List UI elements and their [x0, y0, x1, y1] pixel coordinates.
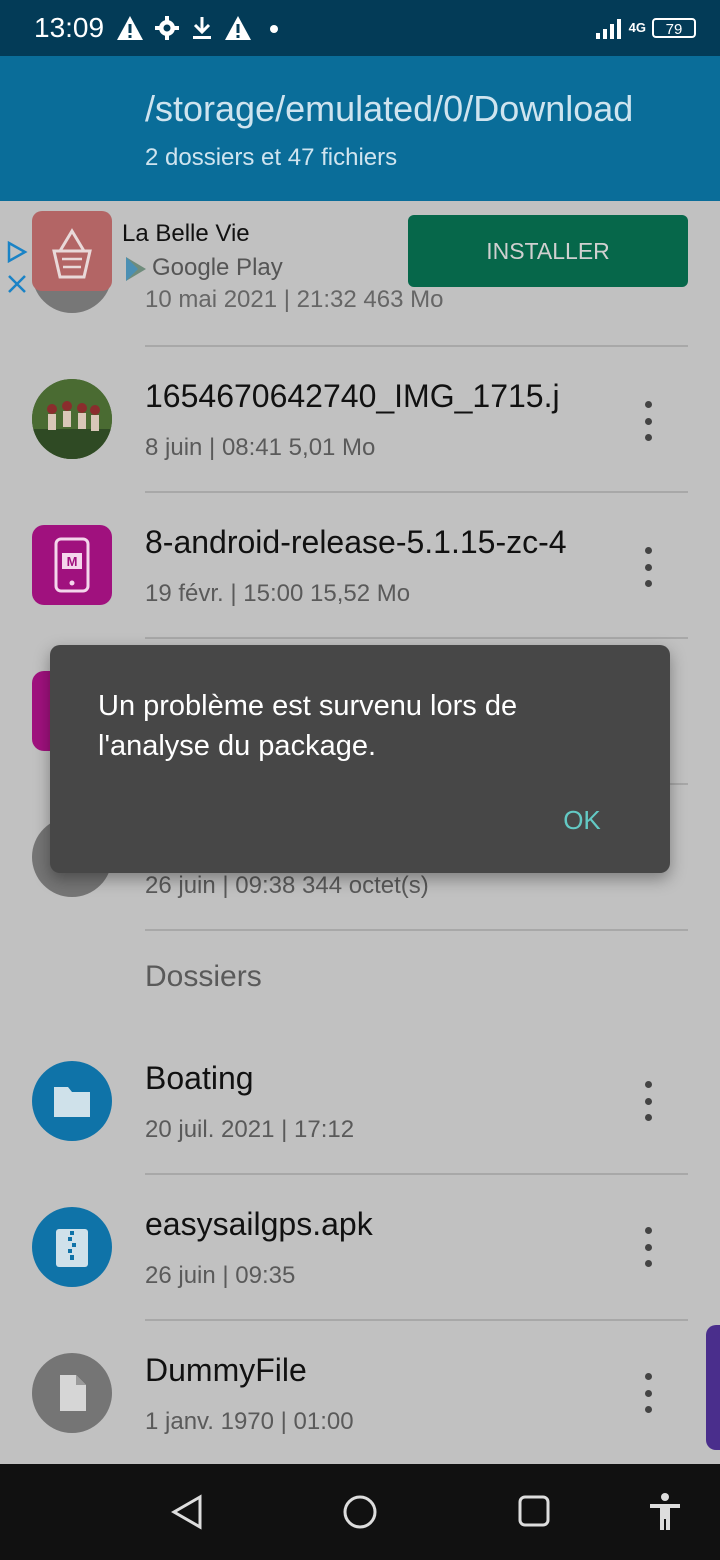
basket-icon — [52, 228, 92, 279]
more-options-icon[interactable] — [632, 1227, 664, 1267]
ad-store-name: Google Play — [152, 254, 283, 281]
edge-panel-handle[interactable] — [706, 1325, 720, 1450]
battery-icon: 79 — [652, 18, 696, 38]
ad-close-icon[interactable] — [6, 273, 28, 295]
folder-name: easysailgps.apk — [145, 1206, 373, 1242]
file-meta: 8 juin | 08:41 5,01 Mo — [145, 434, 376, 461]
folder-meta: 26 juin | 09:35 — [145, 1262, 296, 1289]
file-meta: 19 févr. | 15:00 15,52 Mo — [145, 580, 411, 607]
ok-button[interactable]: OK — [546, 800, 618, 840]
svg-text:M: M — [67, 554, 78, 569]
install-button[interactable]: INSTALLER — [408, 215, 688, 287]
section-header: Dossiers — [145, 960, 262, 993]
home-icon[interactable] — [342, 1494, 378, 1530]
file-name: 8-android-release-5.1.15-zc-4 — [145, 524, 567, 560]
accessibility-icon[interactable] — [648, 1492, 682, 1532]
status-time: 13:09 — [34, 12, 105, 43]
folder-name: DummyFile — [145, 1352, 307, 1388]
file-meta: 26 juin | 09:38 344 octet(s) — [145, 872, 429, 899]
ad-choices-icon[interactable] — [6, 241, 28, 263]
folder-summary: 2 dossiers et 47 fichiers — [145, 144, 398, 171]
ad-app-icon[interactable] — [32, 211, 112, 291]
status-system-icons: 4G 79 — [595, 14, 696, 42]
dot-icon — [270, 25, 278, 33]
more-options-icon[interactable] — [632, 401, 664, 441]
google-play-icon — [126, 257, 146, 281]
more-options-icon[interactable] — [632, 547, 664, 587]
network-type: 4G — [628, 20, 646, 35]
download-icon — [193, 17, 211, 39]
signal-icon — [595, 19, 621, 39]
warning-icon — [117, 16, 143, 40]
gear-icon — [155, 16, 179, 40]
status-notification-icons — [116, 14, 282, 42]
file-icon — [32, 1353, 112, 1433]
folder-name: Boating — [145, 1060, 254, 1096]
back-icon[interactable] — [170, 1494, 204, 1530]
dialog-message: Un problème est survenu lors de l'analys… — [98, 690, 518, 762]
divider — [145, 929, 688, 931]
folder-icon — [32, 1061, 112, 1141]
photo-thumbnail — [32, 379, 112, 459]
recents-icon[interactable] — [518, 1495, 550, 1527]
ad-app-name: La Belle Vie — [122, 220, 250, 247]
file-name: 1654670642740_IMG_1715.j — [145, 378, 560, 414]
folder-meta: 20 juil. 2021 | 17:12 — [145, 1116, 355, 1143]
battery-level: 79 — [665, 21, 683, 38]
warning-icon — [225, 16, 251, 40]
zip-icon — [32, 1207, 112, 1287]
more-options-icon[interactable] — [632, 1081, 664, 1121]
folder-meta: 1 janv. 1970 | 01:00 — [145, 1408, 354, 1435]
app-icon: M — [32, 525, 112, 605]
divider — [145, 637, 688, 639]
current-path: /storage/emulated/0/Download — [145, 88, 634, 129]
more-options-icon[interactable] — [632, 1373, 664, 1413]
